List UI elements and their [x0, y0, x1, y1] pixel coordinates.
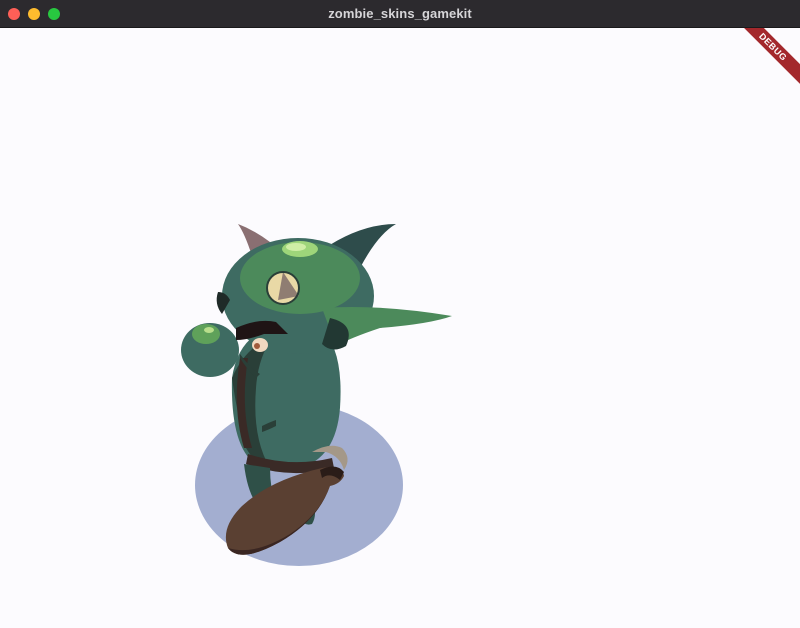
- nose-shine: [204, 327, 214, 333]
- app-window: zombie_skins_gamekit DEBUG: [0, 0, 800, 628]
- head-shine-inner: [286, 243, 306, 251]
- title-bar[interactable]: zombie_skins_gamekit: [0, 0, 800, 28]
- nose-highlight: [192, 324, 220, 344]
- window-title: zombie_skins_gamekit: [328, 6, 472, 21]
- game-canvas[interactable]: DEBUG: [0, 28, 800, 628]
- game-scene: [181, 224, 452, 566]
- eye-small-pupil: [254, 343, 260, 349]
